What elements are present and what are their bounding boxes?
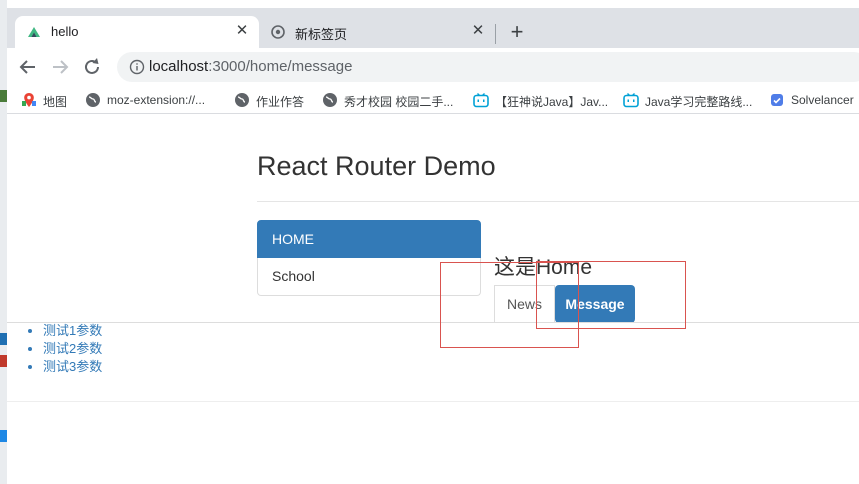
bookmark-label: 秀才校园 校园二手...: [344, 95, 454, 109]
maps-icon: [22, 93, 36, 107]
tab-title: 新标签页: [295, 27, 348, 42]
chrome-swirl-icon: [271, 25, 285, 39]
address-bar[interactable]: localhost:3000/home/message: [117, 52, 859, 82]
tab-separator: [495, 24, 496, 44]
message-link[interactable]: 测试1参数: [43, 323, 102, 338]
desktop-background: [0, 0, 7, 484]
tab-strip: hello ✕ 新标签页 ✕ +: [7, 8, 859, 48]
screen: hello ✕ 新标签页 ✕ + localhost:3000/home/mes…: [0, 0, 859, 484]
list-item[interactable]: 测试1参数: [43, 322, 102, 340]
globe-icon: [86, 93, 100, 107]
bilibili-icon: [623, 93, 639, 108]
vue-logo-icon: [28, 27, 40, 37]
page-content: React Router Demo HOME School 这是Home New…: [7, 115, 859, 484]
globe-icon: [235, 93, 249, 107]
url-text: localhost:3000/home/message: [149, 58, 352, 75]
desktop-fragment: [0, 333, 7, 345]
bookmark-label: 地图: [43, 95, 68, 109]
reload-icon[interactable]: [80, 55, 104, 79]
message-link[interactable]: 测试3参数: [43, 359, 102, 374]
tab-new-tab[interactable]: 新标签页 ✕: [259, 16, 495, 48]
solvelancer-icon: [771, 94, 783, 106]
browser-toolbar: localhost:3000/home/message: [7, 48, 859, 86]
desktop-fragment: [0, 355, 7, 367]
desktop-fragment: [0, 430, 7, 442]
bookmarks-bar: 地图 moz-extension://... 作业作答 秀才校园 校园二手...: [7, 86, 859, 114]
tab-hello[interactable]: hello ✕: [15, 16, 259, 48]
desktop-fragment: [0, 90, 7, 102]
annotation-box: [536, 261, 686, 329]
bookmark-label: 【狂神说Java】Jav...: [495, 95, 609, 109]
footer-divider: [7, 401, 859, 402]
content-divider: [7, 322, 859, 323]
site-info-icon[interactable]: [129, 59, 145, 75]
bookmark-label: moz-extension://...: [107, 93, 206, 107]
bookmark-label: Java学习完整路线...: [645, 95, 753, 109]
message-list: 测试1参数 测试2参数 测试3参数: [43, 322, 102, 376]
list-item[interactable]: 测试2参数: [43, 340, 102, 358]
url-host: localhost: [149, 58, 209, 75]
tab-title: hello: [51, 24, 79, 39]
bookmark-label: Solvelancer: [791, 93, 854, 107]
nav-link-home[interactable]: HOME: [257, 220, 481, 258]
close-tab-icon[interactable]: ✕: [233, 22, 251, 40]
page-title: React Router Demo: [257, 151, 496, 181]
header-divider: [257, 201, 859, 202]
list-item[interactable]: 测试3参数: [43, 358, 102, 376]
globe-icon: [323, 93, 337, 107]
new-tab-button[interactable]: +: [505, 21, 529, 45]
url-path: :3000/home/message: [208, 58, 353, 75]
close-tab-icon[interactable]: ✕: [469, 22, 487, 40]
back-arrow-icon[interactable]: [16, 55, 40, 79]
bilibili-icon: [473, 93, 489, 108]
message-link[interactable]: 测试2参数: [43, 341, 102, 356]
bookmark-label: 作业作答: [256, 95, 305, 109]
forward-arrow-icon[interactable]: [48, 55, 72, 79]
